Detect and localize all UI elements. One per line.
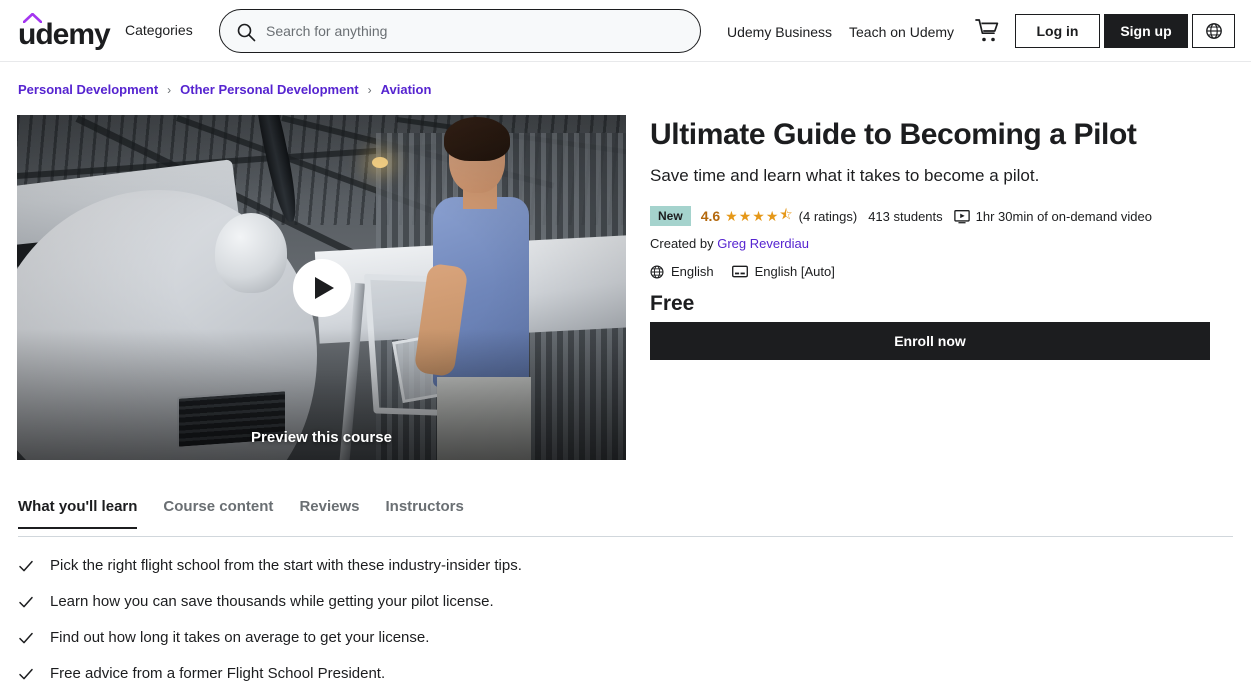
created-by-row: Created by Greg Reverdiau xyxy=(650,236,809,251)
instructor-link[interactable]: Greg Reverdiau xyxy=(717,236,809,251)
captions-label: English [Auto] xyxy=(754,264,835,279)
ratings-count[interactable]: (4 ratings) xyxy=(799,209,858,224)
list-item-label: Learn how you can save thousands while g… xyxy=(50,593,494,610)
check-icon xyxy=(19,596,33,608)
login-button[interactable]: Log in xyxy=(1015,14,1100,48)
list-item-label: Find out how long it takes on average to… xyxy=(50,629,430,646)
students-count: 413 students xyxy=(868,208,943,224)
course-tabs: What you'll learn Course content Reviews… xyxy=(18,498,1233,536)
course-price: Free xyxy=(650,292,695,315)
check-icon xyxy=(19,632,33,644)
closed-caption-icon xyxy=(731,265,748,278)
breadcrumb-item-aviation[interactable]: Aviation xyxy=(381,82,432,97)
tab-course-content[interactable]: Course content xyxy=(163,498,273,529)
list-item-label: Free advice from a former Flight School … xyxy=(50,665,386,682)
site-header: udemy Categories Udemy Business Teach on… xyxy=(0,0,1251,62)
tab-reviews[interactable]: Reviews xyxy=(299,498,359,529)
status-badge-new: New xyxy=(650,206,691,226)
course-meta-row: New 4.6 ★ ★ ★ ★ ⯪ (4 ratings) 413 studen… xyxy=(650,204,1152,228)
enroll-now-button[interactable]: Enroll now xyxy=(650,322,1210,360)
course-subtitle: Save time and learn what it takes to bec… xyxy=(650,166,1040,185)
tabs-divider xyxy=(18,536,1233,537)
nav-udemy-business[interactable]: Udemy Business xyxy=(727,24,832,40)
preview-this-course-label[interactable]: Preview this course xyxy=(17,429,626,446)
breadcrumb-separator: › xyxy=(367,82,372,97)
udemy-logo[interactable]: udemy xyxy=(18,12,111,51)
cart-button[interactable] xyxy=(975,18,999,44)
rating-value: 4.6 xyxy=(700,208,721,224)
list-item: Free advice from a former Flight School … xyxy=(18,664,718,683)
breadcrumb-separator: › xyxy=(167,82,172,97)
nav-categories[interactable]: Categories xyxy=(125,22,193,38)
search-input[interactable] xyxy=(266,10,686,52)
star-icon: ★ xyxy=(752,207,765,224)
language-button[interactable] xyxy=(1192,14,1235,48)
list-item-label: Pick the right flight school from the st… xyxy=(50,557,522,574)
play-button[interactable] xyxy=(292,258,351,317)
video-monitor-icon xyxy=(953,209,970,224)
nav-teach-on-udemy[interactable]: Teach on Udemy xyxy=(849,24,954,40)
what-youll-learn-list: Pick the right flight school from the st… xyxy=(18,556,718,700)
logo-wordmark: udemy xyxy=(18,18,111,51)
list-item: Learn how you can save thousands while g… xyxy=(18,592,718,611)
breadcrumb-item-other-personal-development[interactable]: Other Personal Development xyxy=(180,82,358,97)
course-title: Ultimate Guide to Becoming a Pilot xyxy=(650,118,1137,151)
star-icon: ★ xyxy=(738,207,752,224)
list-item: Find out how long it takes on average to… xyxy=(18,628,718,647)
star-icon: ★ xyxy=(765,207,779,224)
tab-what-youll-learn[interactable]: What you'll learn xyxy=(18,498,138,529)
shopping-cart-icon xyxy=(975,19,999,42)
course-captions: English [Auto] xyxy=(731,264,835,279)
course-preview-video[interactable]: 2P Preview this course xyxy=(17,115,626,460)
play-icon xyxy=(314,276,334,299)
tab-instructors[interactable]: Instructors xyxy=(385,498,463,529)
language-label: English xyxy=(671,264,714,279)
star-half-icon: ⯪ xyxy=(779,206,793,222)
globe-icon xyxy=(1205,23,1222,39)
course-language: English xyxy=(650,264,714,279)
search-icon xyxy=(237,23,256,42)
check-icon xyxy=(19,560,33,572)
course-duration: 1hr 30min of on-demand video xyxy=(975,208,1152,224)
breadcrumb: Personal Development › Other Personal De… xyxy=(18,82,431,97)
star-icon: ★ xyxy=(725,207,738,224)
search-bar[interactable] xyxy=(219,9,701,53)
check-icon xyxy=(19,668,33,680)
course-language-row: English English [Auto] xyxy=(650,264,853,279)
globe-icon xyxy=(650,264,664,279)
created-by-label: Created by xyxy=(650,236,714,251)
breadcrumb-item-personal-development[interactable]: Personal Development xyxy=(18,82,158,97)
rating-stars: ★ ★ ★ ★ ⯪ xyxy=(725,204,794,228)
list-item: Pick the right flight school from the st… xyxy=(18,556,718,575)
signup-button[interactable]: Sign up xyxy=(1104,14,1188,48)
